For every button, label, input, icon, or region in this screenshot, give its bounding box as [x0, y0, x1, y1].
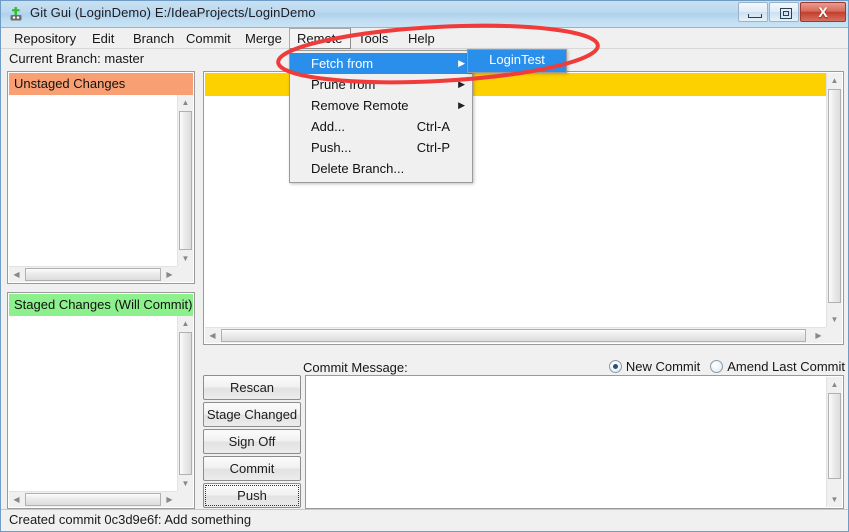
- menu-item-delete-branch[interactable]: Delete Branch...: [290, 158, 472, 179]
- diff-vertical-scrollbar[interactable]: ▲ ▼: [826, 73, 842, 327]
- scroll-thumb[interactable]: [25, 268, 161, 281]
- scroll-left-icon[interactable]: ◀: [9, 492, 24, 507]
- menu-item-label: Fetch from: [311, 56, 373, 71]
- menu-item-fetch-from[interactable]: Fetch from ▶: [290, 53, 472, 74]
- window-controls: X: [737, 2, 846, 23]
- unstaged-changes-header: Unstaged Changes: [9, 73, 193, 95]
- menu-item-accelerator: Ctrl-P: [417, 137, 450, 158]
- scroll-right-icon[interactable]: ▶: [811, 328, 826, 343]
- unstaged-vertical-scrollbar[interactable]: ▲ ▼: [177, 95, 193, 266]
- scroll-down-icon[interactable]: ▼: [827, 492, 842, 507]
- menu-item-label: Prune from: [311, 77, 375, 92]
- diff-horizontal-scrollbar[interactable]: ◀ ▶: [205, 327, 826, 343]
- radio-amend-label: Amend Last Commit: [727, 359, 845, 374]
- menu-item-remove-remote[interactable]: Remove Remote ▶: [290, 95, 472, 116]
- commit-message-scrollbar[interactable]: ▲ ▼: [826, 377, 842, 507]
- status-bar: Created commit 0c3d9e6f: Add something: [1, 509, 848, 531]
- scroll-left-icon[interactable]: ◀: [205, 328, 220, 343]
- scroll-right-icon[interactable]: ▶: [162, 267, 177, 282]
- scroll-up-icon[interactable]: ▲: [827, 73, 842, 88]
- left-column: Unstaged Changes ▲ ▼ ◀ ▶ Staged Changes …: [7, 71, 195, 509]
- push-button[interactable]: Push: [203, 483, 301, 508]
- status-text: Created commit 0c3d9e6f: Add something: [9, 512, 251, 527]
- remote-dropdown-menu: Fetch from ▶ Prune from ▶ Remove Remote …: [289, 50, 473, 183]
- unstaged-changes-list[interactable]: ▲ ▼ ◀ ▶: [9, 95, 193, 282]
- scroll-right-icon[interactable]: ▶: [162, 492, 177, 507]
- chevron-right-icon: ▶: [458, 53, 465, 74]
- commit-button[interactable]: Commit: [203, 456, 301, 481]
- scroll-up-icon[interactable]: ▲: [827, 377, 842, 392]
- staged-horizontal-scrollbar[interactable]: ◀ ▶: [9, 491, 177, 507]
- commit-message-input[interactable]: [307, 377, 826, 507]
- commit-message-panel: ▲ ▼: [305, 375, 844, 509]
- scroll-up-icon[interactable]: ▲: [178, 95, 193, 110]
- menu-item-prune-from[interactable]: Prune from ▶: [290, 74, 472, 95]
- scrollbar-corner: [177, 266, 193, 282]
- menu-repository[interactable]: Repository: [7, 29, 83, 48]
- scroll-up-icon[interactable]: ▲: [178, 316, 193, 331]
- radio-amend-last-commit[interactable]: Amend Last Commit: [710, 359, 845, 374]
- submenu-item-logintest[interactable]: LoginTest: [468, 52, 566, 67]
- chevron-right-icon: ▶: [458, 74, 465, 95]
- menu-tools[interactable]: Tools: [351, 29, 395, 48]
- window-title: Git Gui (LoginDemo) E:/IdeaProjects/Logi…: [30, 5, 316, 20]
- scroll-down-icon[interactable]: ▼: [827, 312, 842, 327]
- menu-item-label: Remove Remote: [311, 98, 409, 113]
- menu-help[interactable]: Help: [401, 29, 442, 48]
- minimize-icon: [748, 14, 762, 18]
- menu-branch[interactable]: Branch: [126, 29, 181, 48]
- action-buttons: Rescan Stage Changed Sign Off Commit Pus…: [203, 375, 301, 510]
- menu-item-push[interactable]: Push... Ctrl-P: [290, 137, 472, 158]
- menu-remote[interactable]: Remote: [289, 28, 351, 49]
- menu-item-add[interactable]: Add... Ctrl-A: [290, 116, 472, 137]
- sign-off-button[interactable]: Sign Off: [203, 429, 301, 454]
- radio-icon: [609, 360, 622, 373]
- menu-item-accelerator: Ctrl-A: [417, 116, 450, 137]
- stage-changed-button[interactable]: Stage Changed: [203, 402, 301, 427]
- staged-changes-header: Staged Changes (Will Commit): [9, 294, 193, 316]
- radio-icon: [710, 360, 723, 373]
- current-branch-label: Current Branch: master: [9, 51, 144, 66]
- scroll-thumb[interactable]: [221, 329, 806, 342]
- radio-new-commit[interactable]: New Commit: [609, 359, 700, 374]
- scroll-thumb[interactable]: [179, 332, 192, 475]
- maximize-icon: [780, 8, 792, 19]
- git-gui-icon: [8, 6, 25, 23]
- menu-merge[interactable]: Merge: [238, 29, 289, 48]
- unstaged-changes-panel: Unstaged Changes ▲ ▼ ◀ ▶: [7, 71, 195, 284]
- staged-vertical-scrollbar[interactable]: ▲ ▼: [177, 316, 193, 491]
- staged-changes-list[interactable]: ▲ ▼ ◀ ▶: [9, 316, 193, 507]
- menu-item-label: Add...: [311, 119, 345, 134]
- git-gui-window: Git Gui (LoginDemo) E:/IdeaProjects/Logi…: [0, 0, 849, 532]
- staged-changes-panel: Staged Changes (Will Commit) ▲ ▼ ◀ ▶: [7, 292, 195, 509]
- menu-commit[interactable]: Commit: [179, 29, 238, 48]
- commit-message-label: Commit Message:: [303, 360, 408, 375]
- maximize-button[interactable]: [769, 2, 799, 22]
- chevron-right-icon: ▶: [458, 95, 465, 116]
- close-icon: X: [801, 3, 845, 21]
- scroll-thumb[interactable]: [179, 111, 192, 250]
- scroll-left-icon[interactable]: ◀: [9, 267, 24, 282]
- scrollbar-corner: [826, 327, 842, 343]
- menu-edit[interactable]: Edit: [85, 29, 121, 48]
- unstaged-horizontal-scrollbar[interactable]: ◀ ▶: [9, 266, 177, 282]
- scrollbar-corner: [177, 491, 193, 507]
- scroll-thumb[interactable]: [25, 493, 161, 506]
- menu-item-label: Push...: [311, 140, 351, 155]
- menu-bar: Repository Edit Branch Commit Merge Remo…: [1, 28, 848, 49]
- scroll-thumb[interactable]: [828, 393, 841, 479]
- scroll-down-icon[interactable]: ▼: [178, 476, 193, 491]
- minimize-button[interactable]: [738, 2, 768, 22]
- radio-new-commit-label: New Commit: [626, 359, 700, 374]
- scroll-down-icon[interactable]: ▼: [178, 251, 193, 266]
- title-bar: Git Gui (LoginDemo) E:/IdeaProjects/Logi…: [1, 1, 848, 28]
- menu-item-label: Delete Branch...: [311, 161, 404, 176]
- scroll-thumb[interactable]: [828, 89, 841, 303]
- rescan-button[interactable]: Rescan: [203, 375, 301, 400]
- close-button[interactable]: X: [800, 2, 846, 22]
- fetch-from-submenu: LoginTest: [467, 49, 567, 73]
- commit-mode-radios: New Commit Amend Last Commit: [599, 359, 845, 374]
